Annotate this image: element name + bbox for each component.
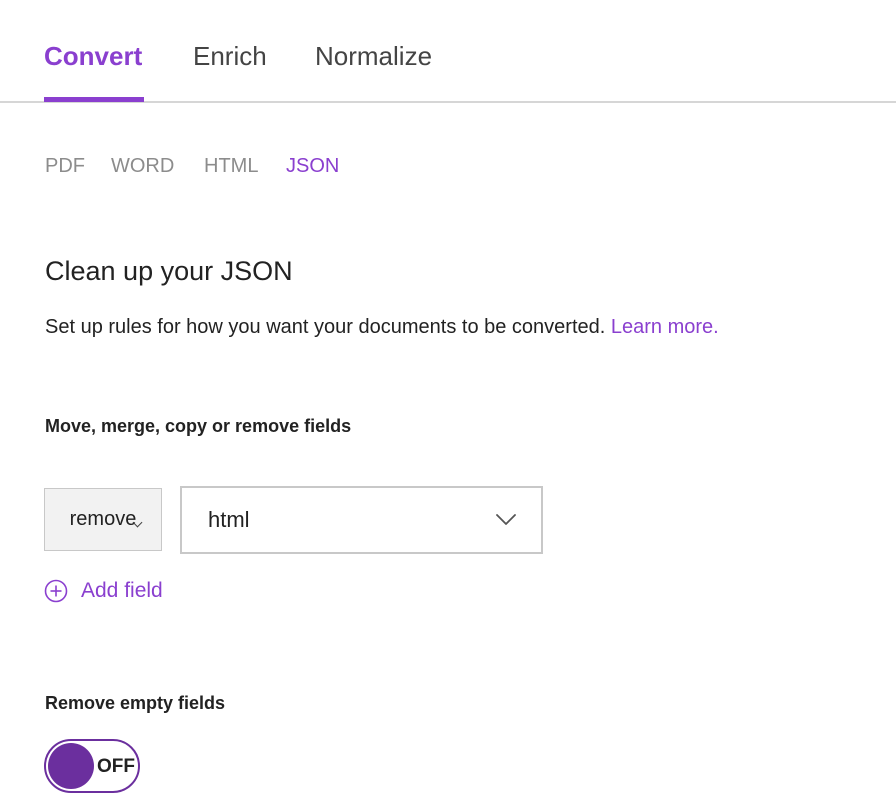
subtab-word[interactable]: WORD (111, 154, 174, 178)
learn-more-link[interactable]: Learn more. (611, 316, 719, 338)
subtab-pdf[interactable]: PDF (45, 154, 85, 178)
page-title: Clean up your JSON (45, 256, 293, 286)
field-value: html (208, 507, 250, 532)
field-select[interactable]: html (180, 486, 543, 554)
tab-convert[interactable]: Convert (44, 40, 142, 72)
toggle-knob (48, 743, 94, 789)
page: Convert Enrich Normalize PDF WORD HTML J… (0, 0, 896, 810)
plus-circle-icon (44, 579, 68, 603)
active-tab-indicator (44, 97, 144, 102)
main-tab-bar: Convert Enrich Normalize (0, 0, 896, 103)
description-text: Set up rules for how you want your docum… (45, 316, 606, 338)
tab-normalize[interactable]: Normalize (315, 40, 432, 72)
subtab-html[interactable]: HTML (204, 154, 258, 178)
operation-value: remove (69, 508, 137, 530)
add-field-label: Add field (81, 579, 163, 602)
empty-fields-section-label: Remove empty fields (45, 693, 226, 713)
add-field-button[interactable]: Add field (44, 578, 163, 604)
fields-section-label: Move, merge, copy or remove fields (45, 416, 352, 436)
tab-enrich[interactable]: Enrich (193, 40, 267, 72)
operation-select[interactable]: remove (44, 488, 162, 551)
chevron-down-icon (496, 514, 516, 525)
toggle-state-label: OFF (97, 756, 135, 777)
description: Set up rules for how you want your docum… (45, 314, 719, 340)
remove-empty-fields-toggle[interactable]: OFF (44, 739, 140, 793)
subtab-json[interactable]: JSON (286, 154, 339, 178)
